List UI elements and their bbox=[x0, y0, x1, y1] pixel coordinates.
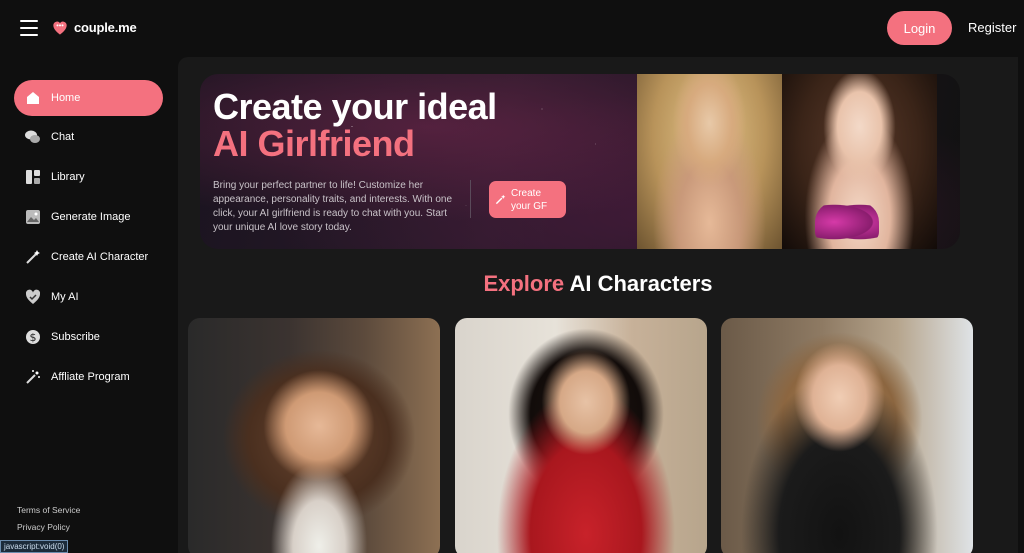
heart-shield-icon bbox=[24, 289, 41, 306]
explore-heading-accent: Explore bbox=[483, 271, 565, 296]
sidebar-item-home[interactable]: Home bbox=[14, 80, 163, 116]
explore-heading: Explore AI Characters bbox=[178, 271, 1018, 297]
sparkle-wand-icon bbox=[24, 369, 41, 386]
magic-wand-icon bbox=[495, 194, 506, 205]
hero-divider bbox=[470, 180, 471, 218]
hamburger-menu-icon[interactable] bbox=[20, 20, 38, 36]
hero-title-line2: AI Girlfriend bbox=[213, 123, 415, 164]
register-link[interactable]: Register bbox=[968, 20, 1016, 35]
hero-banner: Create your ideal AI Girlfriend Bring yo… bbox=[200, 74, 960, 249]
character-card[interactable] bbox=[721, 318, 973, 553]
create-gf-label: Create your GF bbox=[511, 187, 548, 212]
sidebar-item-label: Chat bbox=[51, 131, 75, 143]
hero-image-realistic bbox=[637, 74, 782, 249]
sidebar-item-generate-image[interactable]: Generate Image bbox=[14, 199, 163, 235]
top-bar: couple.me Login Register bbox=[0, 0, 1024, 57]
hero-title-line1: Create your ideal bbox=[213, 86, 497, 127]
library-icon bbox=[24, 169, 41, 186]
logo-heart-icon bbox=[53, 21, 67, 35]
explore-heading-rest: AI Characters bbox=[564, 271, 713, 296]
sidebar-item-label: Create AI Character bbox=[51, 251, 149, 263]
sidebar-item-label: Generate Image bbox=[51, 211, 131, 223]
sidebar-item-label: Affliate Program bbox=[51, 371, 130, 383]
main-content: Create your ideal AI Girlfriend Bring yo… bbox=[178, 57, 1018, 553]
create-gf-button[interactable]: Create your GF bbox=[489, 181, 566, 218]
dollar-icon: $ bbox=[24, 329, 41, 346]
logo[interactable]: couple.me bbox=[50, 17, 137, 37]
sidebar-item-label: My AI bbox=[51, 291, 79, 303]
terms-of-service-link[interactable]: Terms of Service bbox=[17, 505, 80, 515]
sidebar-item-subscribe[interactable]: $ Subscribe bbox=[14, 319, 163, 355]
sidebar-item-my-ai[interactable]: My AI bbox=[14, 279, 163, 315]
chat-icon bbox=[24, 129, 41, 146]
status-bar-url: javascript:void(0) bbox=[0, 540, 69, 553]
sidebar-item-label: Subscribe bbox=[51, 331, 100, 343]
logo-text: couple.me bbox=[74, 19, 137, 35]
sidebar-item-chat[interactable]: Chat bbox=[14, 119, 163, 155]
sidebar-item-affiliate-program[interactable]: Affliate Program bbox=[14, 359, 163, 395]
magic-wand-icon bbox=[24, 249, 41, 266]
sidebar-item-label: Home bbox=[51, 92, 81, 104]
image-icon bbox=[24, 209, 41, 226]
sidebar-item-create-ai-character[interactable]: Create AI Character bbox=[14, 239, 163, 275]
sidebar-item-library[interactable]: Library bbox=[14, 159, 163, 195]
character-card[interactable] bbox=[455, 318, 707, 553]
hero-description: Bring your perfect partner to life! Cust… bbox=[213, 180, 453, 233]
hero-image-anime bbox=[782, 74, 937, 249]
character-card[interactable] bbox=[188, 318, 440, 553]
login-button[interactable]: Login bbox=[887, 11, 952, 45]
svg-text:$: $ bbox=[29, 331, 36, 344]
privacy-policy-link[interactable]: Privacy Policy bbox=[17, 522, 70, 532]
home-icon bbox=[24, 90, 41, 107]
sidebar-item-label: Library bbox=[51, 171, 85, 183]
sidebar: Home Chat Library Generate Image Create … bbox=[0, 57, 178, 553]
